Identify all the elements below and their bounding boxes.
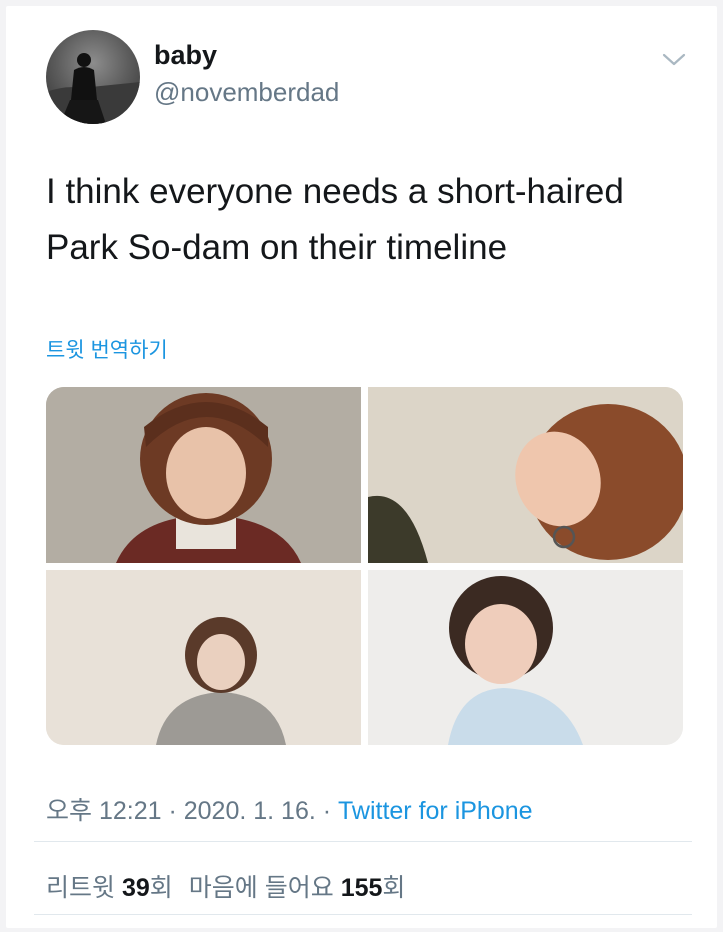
avatar-silhouette-icon <box>46 53 140 124</box>
media-grid <box>46 387 683 745</box>
author-handle[interactable]: @novemberdad <box>154 77 339 108</box>
tweet-stats: 리트윗 39회 마음에 들어요 155회 <box>46 868 405 904</box>
meta-separator: · <box>315 797 339 825</box>
likes-unit: 회 <box>382 874 406 902</box>
tweet-meta: 오후 12:21 · 2020. 1. 16. · Twitter for iP… <box>46 791 533 827</box>
likes-stat[interactable]: 마음에 들어요 155회 <box>189 874 406 902</box>
retweets-label: 리트윗 <box>46 874 122 902</box>
tweet-text-line: Park So-dam on their timeline <box>46 228 508 267</box>
tweet-photo[interactable] <box>46 387 361 563</box>
meta-separator: · <box>161 797 184 825</box>
tweet-date: 2020. 1. 16. <box>183 797 316 825</box>
retweets-stat[interactable]: 리트윗 39회 <box>46 874 173 902</box>
retweets-unit: 회 <box>149 874 173 902</box>
tweet-card: baby @novemberdad I think everyone needs… <box>6 6 717 928</box>
avatar[interactable] <box>46 30 140 124</box>
divider <box>34 914 692 915</box>
likes-count: 155 <box>340 874 383 902</box>
retweets-count: 39 <box>121 874 150 902</box>
tweet-text: I think everyone needs a short-haired Pa… <box>46 164 686 276</box>
divider <box>34 841 692 842</box>
author-name[interactable]: baby <box>154 40 217 71</box>
tweet-photo[interactable] <box>46 570 361 745</box>
likes-label: 마음에 들어요 <box>188 874 341 902</box>
tweet-source-link[interactable]: Twitter for iPhone <box>338 797 533 825</box>
translate-tweet-link[interactable]: 트윗 번역하기 <box>46 334 168 364</box>
chevron-down-icon[interactable] <box>662 50 686 68</box>
tweet-time: 오후 12:21 <box>46 797 162 825</box>
tweet-photo[interactable] <box>368 387 683 563</box>
tweet-text-line: I think everyone needs a short-haired <box>46 172 624 211</box>
tweet-photo[interactable] <box>368 570 683 745</box>
